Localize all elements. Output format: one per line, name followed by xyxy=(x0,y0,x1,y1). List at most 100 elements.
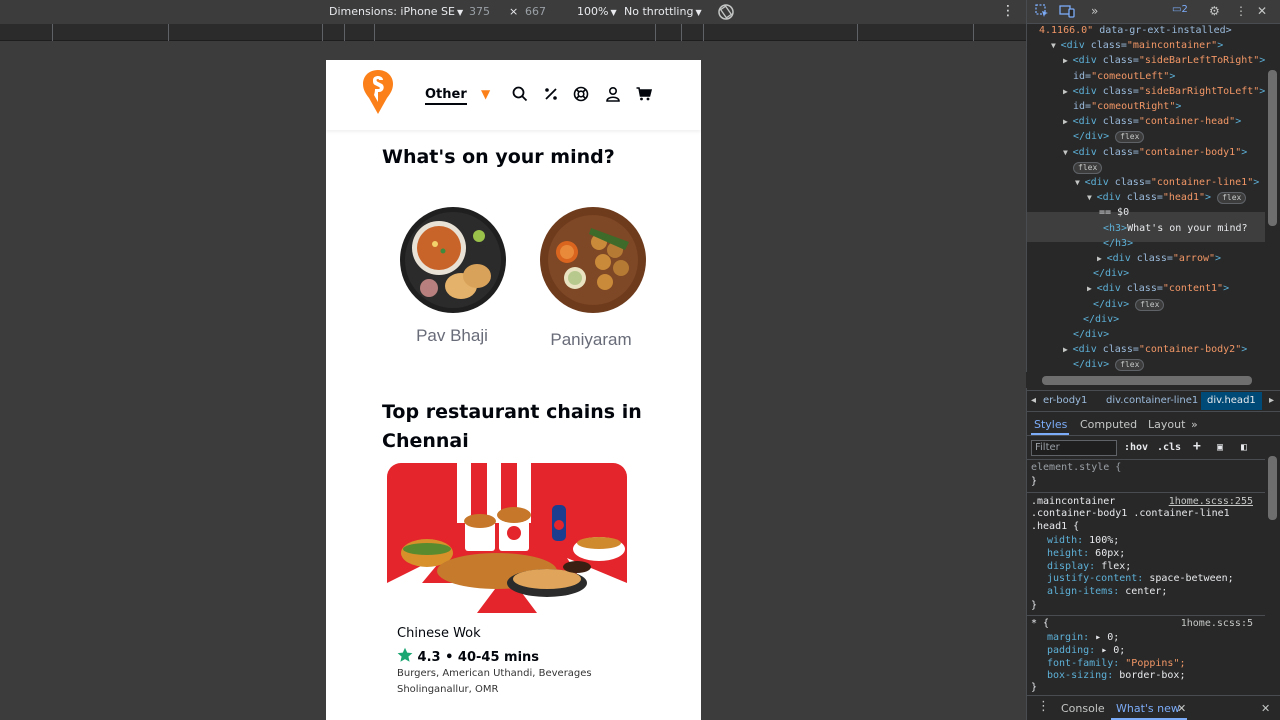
dom-node-line[interactable]: id="comeoutRight"> xyxy=(1073,101,1181,116)
expand-triangle-icon[interactable]: ▼ xyxy=(1075,178,1085,187)
width-input[interactable]: 375 xyxy=(469,5,490,18)
breadcrumb-item-active[interactable]: div.head1 xyxy=(1201,392,1262,410)
restaurant-name[interactable]: Chinese Wok xyxy=(397,626,481,641)
expand-triangle-icon[interactable]: ▶ xyxy=(1063,87,1073,96)
expand-triangle-icon[interactable]: ▼ xyxy=(1087,193,1097,202)
more-tabs-icon[interactable]: » xyxy=(1091,4,1098,18)
dom-node-line[interactable]: 4.1166.0" data-gr-ext-installed> xyxy=(1039,25,1232,40)
css-declaration[interactable]: padding: ▸ 0; xyxy=(1047,645,1125,656)
more-tabs-icon[interactable]: » xyxy=(1191,418,1198,431)
css-declaration[interactable]: font-family: "Poppins"; xyxy=(1047,658,1186,669)
drawer-menu-icon[interactable]: ⋮ xyxy=(1037,699,1050,714)
zoom-dropdown[interactable]: 100% ▼ xyxy=(577,5,617,18)
new-rule-plus-icon[interactable]: + xyxy=(1193,439,1201,454)
dom-node-line[interactable]: </div> xyxy=(1093,268,1129,283)
more-options-icon[interactable]: ⋮ xyxy=(1235,4,1247,18)
swiggy-logo-icon[interactable] xyxy=(362,68,394,116)
expand-triangle-icon[interactable]: ▶ xyxy=(1063,117,1073,126)
filter-input[interactable]: Filter xyxy=(1031,440,1117,456)
dom-node-line[interactable]: </div> xyxy=(1083,314,1119,329)
dom-node-line[interactable]: ▼ <div class="head1"> flex xyxy=(1087,192,1247,207)
source-link[interactable]: 1home.scss:255 xyxy=(1169,496,1253,507)
location-selector[interactable]: Other xyxy=(425,87,467,105)
toggle-sidebar-icon[interactable]: ◧ xyxy=(1241,442,1247,453)
close-tab-icon[interactable]: ✕ xyxy=(1177,702,1186,715)
dom-node-line[interactable]: <h3>What's on your mind? xyxy=(1103,223,1248,238)
dom-node-line[interactable]: </div> flex xyxy=(1093,298,1165,314)
breadcrumb-item[interactable]: er-body1 xyxy=(1043,395,1087,406)
tab-computed[interactable]: Computed xyxy=(1080,418,1137,431)
dom-node-line[interactable]: ▶ <div class="content1"> xyxy=(1087,283,1229,298)
css-declaration[interactable]: align-items: center; xyxy=(1047,586,1167,597)
flex-badge[interactable]: flex xyxy=(1115,359,1145,372)
breadcrumb-scroll-left-icon[interactable]: ◂ xyxy=(1031,395,1036,406)
device-toggle-icon[interactable] xyxy=(1059,4,1075,21)
settings-gear-icon[interactable]: ⚙ xyxy=(1209,4,1220,18)
search-icon[interactable] xyxy=(511,85,529,103)
dom-node-line[interactable]: ▼ <div class="container-line1"> xyxy=(1075,177,1259,192)
throttling-dropdown[interactable]: No throttling ▼ xyxy=(624,5,702,18)
flex-badge[interactable]: flex xyxy=(1217,192,1247,205)
expand-triangle-icon[interactable]: ▶ xyxy=(1097,254,1107,263)
hov-toggle[interactable]: :hov xyxy=(1124,442,1148,453)
dom-node-line[interactable]: ▶ <div class="arrow"> xyxy=(1097,253,1221,268)
offers-icon[interactable] xyxy=(542,85,560,103)
css-declaration[interactable]: height: 60px; xyxy=(1047,548,1125,559)
cls-toggle[interactable]: .cls xyxy=(1157,442,1181,453)
rule-close-brace: } xyxy=(1031,476,1038,487)
dom-node-line[interactable]: ▶ <div class="container-head"> xyxy=(1063,116,1241,131)
dom-node-line[interactable]: </div> flex xyxy=(1073,131,1145,146)
source-link[interactable]: 1home.scss:5 xyxy=(1181,618,1253,629)
dom-node-line[interactable]: ▶ <div class="sideBarRightToLeft"> xyxy=(1063,86,1265,101)
user-icon[interactable] xyxy=(604,85,622,103)
css-declaration[interactable]: box-sizing: border-box; xyxy=(1047,670,1185,681)
css-declaration[interactable]: width: 100%; xyxy=(1047,535,1119,546)
css-declaration[interactable]: justify-content: space-between; xyxy=(1047,573,1234,584)
tab-console[interactable]: Console xyxy=(1061,702,1105,715)
dom-node-line[interactable]: ▶ <div class="container-body2"> xyxy=(1063,344,1247,359)
flex-badge[interactable]: flex xyxy=(1115,131,1145,144)
dish-card-paniyaram[interactable]: Paniyaram xyxy=(539,206,649,349)
elements-horizontal-scrollbar[interactable] xyxy=(1026,372,1266,388)
dom-node-line[interactable]: </h3> xyxy=(1103,238,1133,253)
styles-scrollbar[interactable] xyxy=(1265,436,1280,695)
dom-node-line[interactable]: id="comeoutLeft"> xyxy=(1073,71,1175,86)
elements-scrollbar[interactable] xyxy=(1265,24,1280,372)
expand-triangle-icon[interactable]: ▼ xyxy=(1063,148,1073,157)
dom-node-line[interactable]: ▼ <div class="maincontainer"> xyxy=(1051,40,1223,55)
breadcrumb-scroll-right-icon[interactable]: ▸ xyxy=(1269,395,1274,406)
expand-triangle-icon[interactable]: ▼ xyxy=(1051,41,1061,50)
paint-brush-icon[interactable]: ▣ xyxy=(1217,442,1223,453)
expand-triangle-icon[interactable]: ▶ xyxy=(1087,284,1097,293)
dimensions-dropdown[interactable]: Dimensions: iPhone SE ▼ xyxy=(329,5,463,18)
cart-icon[interactable] xyxy=(635,85,653,103)
more-options-icon[interactable]: ⋮ xyxy=(1001,3,1015,19)
close-devtools-icon[interactable]: ✕ xyxy=(1257,4,1267,18)
dom-node-line[interactable]: ▼ <div class="container-body1"> xyxy=(1063,147,1247,162)
chevron-down-icon[interactable]: ▼ xyxy=(481,87,490,101)
dom-node-line[interactable]: </div> flex xyxy=(1073,359,1145,372)
tab-whats-new[interactable]: What's new xyxy=(1116,702,1180,715)
tab-layout[interactable]: Layout xyxy=(1148,418,1185,431)
help-icon[interactable] xyxy=(572,85,590,103)
dom-node-line[interactable]: flex xyxy=(1073,161,1103,177)
dom-node-line[interactable]: ▶ <div class="sideBarLeftToRight"> xyxy=(1063,55,1265,70)
expand-triangle-icon[interactable]: ▶ xyxy=(1063,345,1073,354)
breadcrumb-item[interactable]: div.container-line1 xyxy=(1106,395,1198,406)
height-input[interactable]: 667 xyxy=(525,5,546,18)
css-declaration[interactable]: display: flex; xyxy=(1047,561,1131,572)
dish-card-pav-bhaji[interactable]: Pav Bhaji xyxy=(399,206,509,345)
restaurant-card-image[interactable] xyxy=(387,463,627,613)
rotate-icon[interactable] xyxy=(717,3,735,24)
close-drawer-icon[interactable]: ✕ xyxy=(1261,702,1270,715)
dom-node-line[interactable]: == $0 xyxy=(1099,207,1129,222)
inspect-element-icon[interactable] xyxy=(1035,4,1049,21)
flex-badge[interactable]: flex xyxy=(1135,298,1165,311)
tab-styles[interactable]: Styles xyxy=(1034,418,1067,431)
css-declaration[interactable]: margin: ▸ 0; xyxy=(1047,632,1119,643)
dom-node-line[interactable]: </div> xyxy=(1073,329,1109,344)
expand-triangle-icon[interactable]: ▶ xyxy=(1063,56,1073,65)
flex-badge[interactable]: flex xyxy=(1073,161,1103,174)
issues-badge[interactable]: ▭2 xyxy=(1172,4,1188,15)
elements-tree: 4.1166.0" data-gr-ext-installed> ▼ <div c… xyxy=(1027,24,1267,372)
